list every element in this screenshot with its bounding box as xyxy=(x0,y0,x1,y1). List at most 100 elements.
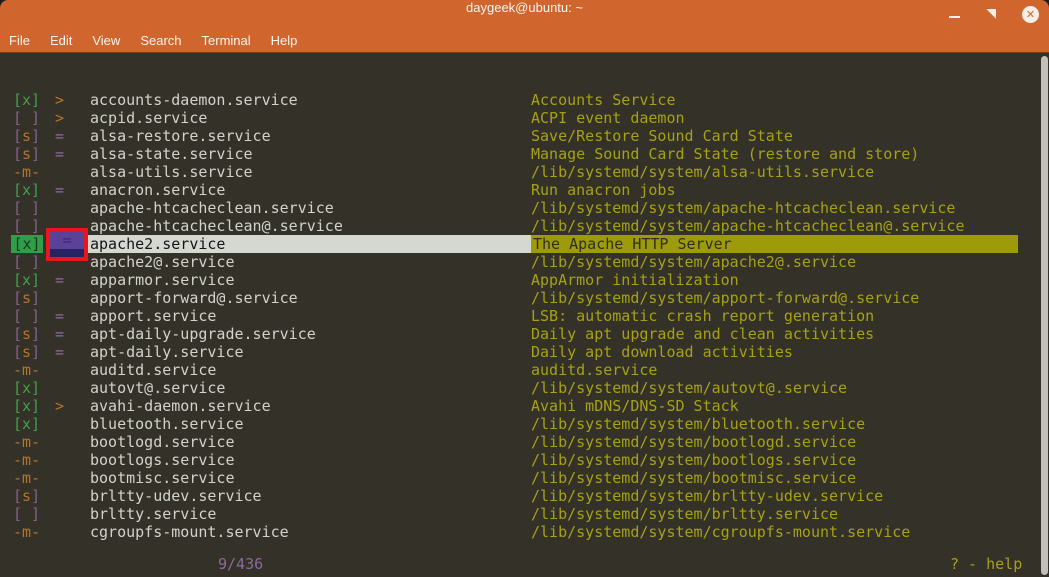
service-desc: Avahi mDNS/DNS-SD Stack xyxy=(531,397,739,415)
service-desc: /lib/systemd/system/apache-htcacheclean.… xyxy=(531,199,956,217)
service-arrow: = xyxy=(55,307,65,325)
service-row: [s] = alsa-restore.service Save/Restore Sou… xyxy=(0,127,1049,145)
menu-view[interactable]: View xyxy=(92,33,120,48)
restore-icon[interactable] xyxy=(986,9,996,19)
service-desc: /lib/systemd/system/brltty.service xyxy=(531,505,839,523)
service-name: apt-daily.service xyxy=(90,343,244,361)
service-state: [s] xyxy=(13,325,41,343)
service-desc: Run anacron jobs xyxy=(531,181,676,199)
service-name: apache2.service xyxy=(90,235,226,253)
service-desc: ACPI event daemon xyxy=(531,109,685,127)
service-name: apache-htcacheclean.service xyxy=(90,199,334,217)
menu-edit[interactable]: Edit xyxy=(50,33,72,48)
service-desc: AppArmor initialization xyxy=(531,271,739,289)
service-arrow: > xyxy=(55,109,65,127)
menu-help[interactable]: Help xyxy=(271,33,298,48)
menu-terminal[interactable]: Terminal xyxy=(202,33,251,48)
service-name: accounts-daemon.service xyxy=(90,91,298,109)
service-state: [ ] xyxy=(13,217,41,235)
service-desc: /lib/systemd/system/apport-forward@.serv… xyxy=(531,289,920,307)
service-row: [ ] apache-htcacheclean@.service/lib/syst… xyxy=(0,217,1049,235)
terminal-screen[interactable]: [x] > accounts-daemon.service Accounts Serv… xyxy=(0,53,1049,577)
service-state: [x] xyxy=(13,91,41,109)
service-state: [x] xyxy=(13,271,41,289)
help-hint: ? - help xyxy=(950,555,1023,573)
service-state: [s] xyxy=(13,145,41,163)
service-row: -m-auditd.service auditd.service xyxy=(0,361,1049,379)
service-state: [ ] xyxy=(13,109,41,127)
service-state: [s] xyxy=(13,289,41,307)
service-state: [s] xyxy=(13,487,41,505)
service-name: apt-daily-upgrade.service xyxy=(90,325,316,343)
service-name: brltty-udev.service xyxy=(90,487,262,505)
service-arrow: = xyxy=(55,271,65,289)
service-row: -m-cgroupfs-mount.service/lib/systemd/sy… xyxy=(0,523,1049,541)
service-row: [ ] brltty.service/lib/systemd/system/brl… xyxy=(0,505,1049,523)
service-desc: Daily apt download activities xyxy=(531,343,793,361)
service-name: alsa-utils.service xyxy=(90,163,253,181)
service-row: [x] bluetooth.service/lib/systemd/system/… xyxy=(0,415,1049,433)
titlebar[interactable]: daygeek@ubuntu: ~ ✕ xyxy=(0,0,1049,28)
service-name: apache2@.service xyxy=(90,253,235,271)
service-row: [ ] = apport.service LSB: automatic crash r… xyxy=(0,307,1049,325)
service-arrow: = xyxy=(55,343,65,361)
service-row: -m-bootmisc.service/lib/systemd/system/b… xyxy=(0,469,1049,487)
service-desc: /lib/systemd/system/autovt@.service xyxy=(531,379,848,397)
close-icon[interactable]: ✕ xyxy=(1022,5,1039,23)
service-arrow: = xyxy=(55,127,65,145)
service-desc: Accounts Service xyxy=(531,91,676,109)
service-row: [x] > avahi-daemon.service Avahi mDNS/DNS-S… xyxy=(0,397,1049,415)
service-name: brltty.service xyxy=(90,505,217,523)
service-state: [s] xyxy=(13,127,41,145)
service-desc: The Apache HTTP Server xyxy=(533,235,732,253)
service-row: [x] = apparmor.service AppArmor initializat… xyxy=(0,271,1049,289)
service-row: [ ] apache2@.service/lib/systemd/system/a… xyxy=(0,253,1049,271)
service-name: alsa-state.service xyxy=(90,145,253,163)
service-row: [s] = apt-daily.service Daily apt download … xyxy=(0,343,1049,361)
service-row: -m-bootlogs.service/lib/systemd/system/b… xyxy=(0,451,1049,469)
service-state: [ ] xyxy=(13,307,41,325)
menubar: File Edit View Search Terminal Help xyxy=(0,28,1049,53)
service-state: [ ] xyxy=(13,253,41,271)
menu-search[interactable]: Search xyxy=(140,33,181,48)
service-row: [s] = apt-daily-upgrade.service Daily apt u… xyxy=(0,325,1049,343)
service-name: auditd.service xyxy=(90,361,217,379)
service-state: -m- xyxy=(13,433,41,451)
service-state: [ ] xyxy=(13,199,41,217)
window-controls: ✕ xyxy=(949,0,1039,28)
service-state: -m- xyxy=(13,451,41,469)
service-state: [x] xyxy=(13,397,41,415)
service-state: [x] xyxy=(13,379,41,397)
service-row: [x] apache2.service The Apache HTTP Server… xyxy=(0,228,1049,261)
service-row: [s] apport-forward@.service/lib/systemd/s… xyxy=(0,289,1049,307)
annotation-indigo-band xyxy=(50,249,84,257)
service-state: -m- xyxy=(13,523,41,541)
service-state: [x] xyxy=(13,415,41,433)
service-state: -m- xyxy=(13,361,41,379)
service-desc: /lib/systemd/system/brltty-udev.service xyxy=(531,487,884,505)
service-name: bootlogs.service xyxy=(90,451,235,469)
scrollbar[interactable] xyxy=(1041,56,1048,575)
service-row: -m-alsa-utils.service/lib/systemd/system… xyxy=(0,163,1049,181)
service-desc: /lib/systemd/system/bootmisc.service xyxy=(531,469,857,487)
service-desc: /lib/systemd/system/bluetooth.service xyxy=(531,415,866,433)
service-arrow: > xyxy=(55,91,65,109)
service-row: -m-bootlogd.service/lib/systemd/system/b… xyxy=(0,433,1049,451)
service-name: bootlogd.service xyxy=(90,433,235,451)
service-desc: Daily apt upgrade and clean activities xyxy=(531,325,875,343)
service-desc: /lib/systemd/system/cgroupfs-mount.servi… xyxy=(531,523,911,541)
service-desc: LSB: automatic crash report generation xyxy=(531,307,875,325)
service-name: apparmor.service xyxy=(90,271,235,289)
menu-file[interactable]: File xyxy=(9,33,30,48)
service-name: alsa-restore.service xyxy=(90,127,271,145)
service-row: [s] = alsa-state.service Manage Sound Card … xyxy=(0,145,1049,163)
minimize-icon[interactable] xyxy=(949,16,960,18)
service-desc: /lib/systemd/system/apache2@.service xyxy=(531,253,857,271)
service-arrow: = xyxy=(55,145,65,163)
service-name: acpid.service xyxy=(90,109,208,127)
service-state: [ ] xyxy=(13,505,41,523)
service-name: apache-htcacheclean@.service xyxy=(90,217,343,235)
service-desc: /lib/systemd/system/alsa-utils.service xyxy=(531,163,875,181)
terminal-window: daygeek@ubuntu: ~ ✕ File Edit View Searc… xyxy=(0,0,1049,577)
service-name: bootmisc.service xyxy=(90,469,235,487)
